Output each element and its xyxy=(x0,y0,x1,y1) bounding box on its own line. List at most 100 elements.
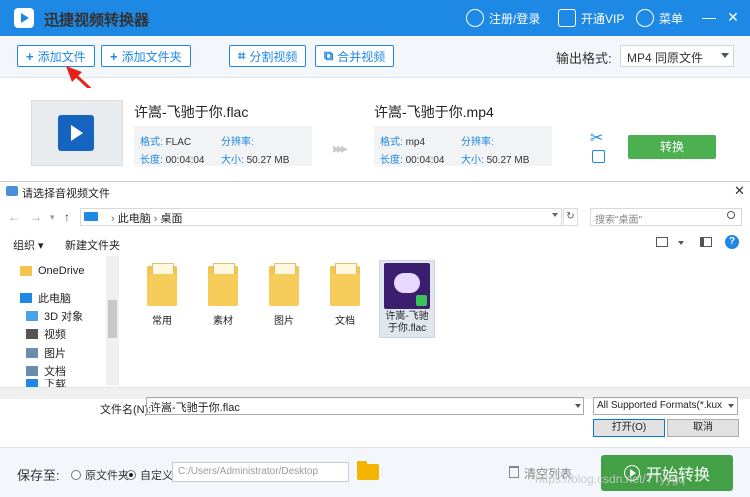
resolution-key: 分辨率: xyxy=(461,137,494,148)
target-duration: 长度: 00:04:04 xyxy=(380,151,445,166)
folder-label: 文档 xyxy=(335,316,355,327)
output-format-label: 输出格式: xyxy=(556,51,612,66)
view-mode-icon[interactable] xyxy=(656,237,668,247)
login-label: 注册/登录 xyxy=(489,11,541,26)
nav-item-this-pc[interactable]: 此电脑 xyxy=(20,290,71,306)
nav-label: 3D 对象 xyxy=(44,311,84,323)
target-format: 格式: mp4 xyxy=(380,133,425,148)
target-size: 大小: 50.27 MB xyxy=(461,151,529,166)
folder-icon xyxy=(20,266,32,276)
breadcrumb-this-pc[interactable]: 此电脑 xyxy=(118,213,151,225)
up-arrow-icon[interactable]: ↑ xyxy=(64,210,70,224)
folder-icon xyxy=(208,263,238,306)
folder-icon xyxy=(330,263,360,306)
size-key: 大小: xyxy=(461,155,484,166)
nav-label: 下载 xyxy=(44,379,66,387)
cart-icon xyxy=(558,9,576,27)
nav-item-videos[interactable]: 视频 xyxy=(26,326,66,342)
chevron-down-icon[interactable] xyxy=(552,213,558,217)
source-duration: 长度: 00:04:04 xyxy=(140,151,205,166)
minimize-button[interactable]: — xyxy=(700,8,718,26)
filetype-select[interactable]: All Supported Formats(*.kux xyxy=(593,397,738,415)
open-button[interactable]: 打开(O) xyxy=(593,419,665,437)
filename-input[interactable]: 许嵩-飞驰于你.flac xyxy=(146,397,584,415)
duration-key: 长度: xyxy=(140,155,163,166)
nav-label: 文档 xyxy=(44,366,66,378)
custom-folder-radio[interactable]: 自定义 xyxy=(126,467,173,483)
nav-item-onedrive[interactable]: OneDrive xyxy=(20,265,84,277)
format-value: FLAC xyxy=(165,137,192,148)
source-file-name: 许嵩-飞驰于你.flac xyxy=(134,104,249,120)
scissor-icon[interactable]: ✂ xyxy=(590,128,603,148)
recent-dropdown-icon[interactable]: ▾ xyxy=(50,212,55,223)
search-input[interactable]: 搜索"桌面" xyxy=(590,208,742,226)
resolution-key: 分辨率: xyxy=(221,137,254,148)
nav-label: 图片 xyxy=(44,348,66,360)
folder-item[interactable]: 素材 xyxy=(195,262,251,327)
nav-item-documents[interactable]: 文档 xyxy=(26,363,66,379)
nav-label: 此电脑 xyxy=(38,293,71,305)
watermark: https://blog.csdn.net/TTyygq xyxy=(535,472,686,486)
user-icon xyxy=(466,9,484,27)
folder-item[interactable]: 文档 xyxy=(317,262,373,327)
forward-arrow-icon[interactable]: → xyxy=(30,210,42,224)
document-icon xyxy=(26,366,38,376)
chevron-down-icon[interactable] xyxy=(575,404,581,408)
chevron-down-icon[interactable] xyxy=(678,241,684,245)
output-path-input[interactable]: C:/Users/Administrator/Desktop xyxy=(172,462,349,482)
original-folder-radio[interactable]: 原文件夹 xyxy=(71,467,129,483)
vip-label: 开通VIP xyxy=(581,11,625,26)
address-bar[interactable]: › 此电脑 › 桌面 xyxy=(80,208,562,226)
nav-scrollbar-thumb[interactable] xyxy=(108,300,117,338)
close-button[interactable]: ✕ xyxy=(724,8,742,26)
login-button[interactable]: 注册/登录 xyxy=(466,8,540,28)
chevron-down-icon xyxy=(721,53,729,58)
search-icon xyxy=(727,211,735,219)
nav-item-pictures[interactable]: 图片 xyxy=(26,345,66,361)
vip-button[interactable]: 开通VIP xyxy=(558,8,624,28)
file-label-line2: 于你.flac xyxy=(387,323,427,334)
folder-item[interactable]: 图片 xyxy=(256,262,312,327)
app-logo-icon xyxy=(14,8,34,28)
refresh-button[interactable]: ↻ xyxy=(563,208,578,226)
output-format-select[interactable]: MP4 同原文件 xyxy=(620,45,734,67)
organize-menu[interactable]: 组织 ▾ xyxy=(13,237,44,253)
convert-button[interactable]: 转换 xyxy=(628,135,716,159)
duration-key: 长度: xyxy=(380,155,403,166)
menu-button[interactable]: 菜单 xyxy=(636,8,683,28)
breadcrumb-desktop[interactable]: 桌面 xyxy=(161,213,183,225)
save-to-label: 保存至: xyxy=(17,468,60,483)
format-value: mp4 xyxy=(405,137,426,148)
target-file-name: 许嵩-飞驰于你.mp4 xyxy=(374,104,494,120)
source-format: 格式: FLAC xyxy=(140,133,191,148)
back-arrow-icon[interactable]: ← xyxy=(8,210,20,224)
nav-item-3d-objects[interactable]: 3D 对象 xyxy=(26,308,83,324)
folder-item[interactable]: 常用 xyxy=(134,262,190,327)
source-size: 大小: 50.27 MB xyxy=(221,151,289,166)
picture-icon xyxy=(26,348,38,358)
computer-icon xyxy=(84,212,98,221)
file-label-line1: 许嵩-飞驰 xyxy=(385,311,429,322)
menu-label: 菜单 xyxy=(659,11,684,26)
radio-label: 原文件夹 xyxy=(85,470,129,482)
dialog-close-icon[interactable]: ✕ xyxy=(734,183,745,199)
duration-value: 00:04:04 xyxy=(405,155,445,166)
chevron-down-icon[interactable] xyxy=(728,404,734,408)
trash-icon[interactable] xyxy=(509,466,519,478)
nav-item-downloads[interactable]: 下载 xyxy=(26,379,66,387)
merge-video-button[interactable]: ⧉ 合并视频 xyxy=(315,45,395,67)
video-icon xyxy=(26,329,38,339)
cube-icon xyxy=(26,311,38,321)
merge-video-label: 合并视频 xyxy=(337,49,386,64)
new-folder-button[interactable]: 新建文件夹 xyxy=(65,237,120,253)
split-video-button[interactable]: ⌗ 分割视频 xyxy=(229,45,307,67)
duration-value: 00:04:04 xyxy=(165,155,205,166)
edit-icon[interactable] xyxy=(592,150,605,163)
help-icon[interactable]: ? xyxy=(725,235,739,249)
breadcrumb-sep-icon: › xyxy=(111,213,118,225)
nav-label: OneDrive xyxy=(38,265,85,277)
folder-icon[interactable] xyxy=(357,461,379,480)
preview-pane-icon[interactable] xyxy=(700,237,712,247)
cancel-button[interactable]: 取消 xyxy=(667,419,739,437)
nav-label: 视频 xyxy=(44,329,66,341)
